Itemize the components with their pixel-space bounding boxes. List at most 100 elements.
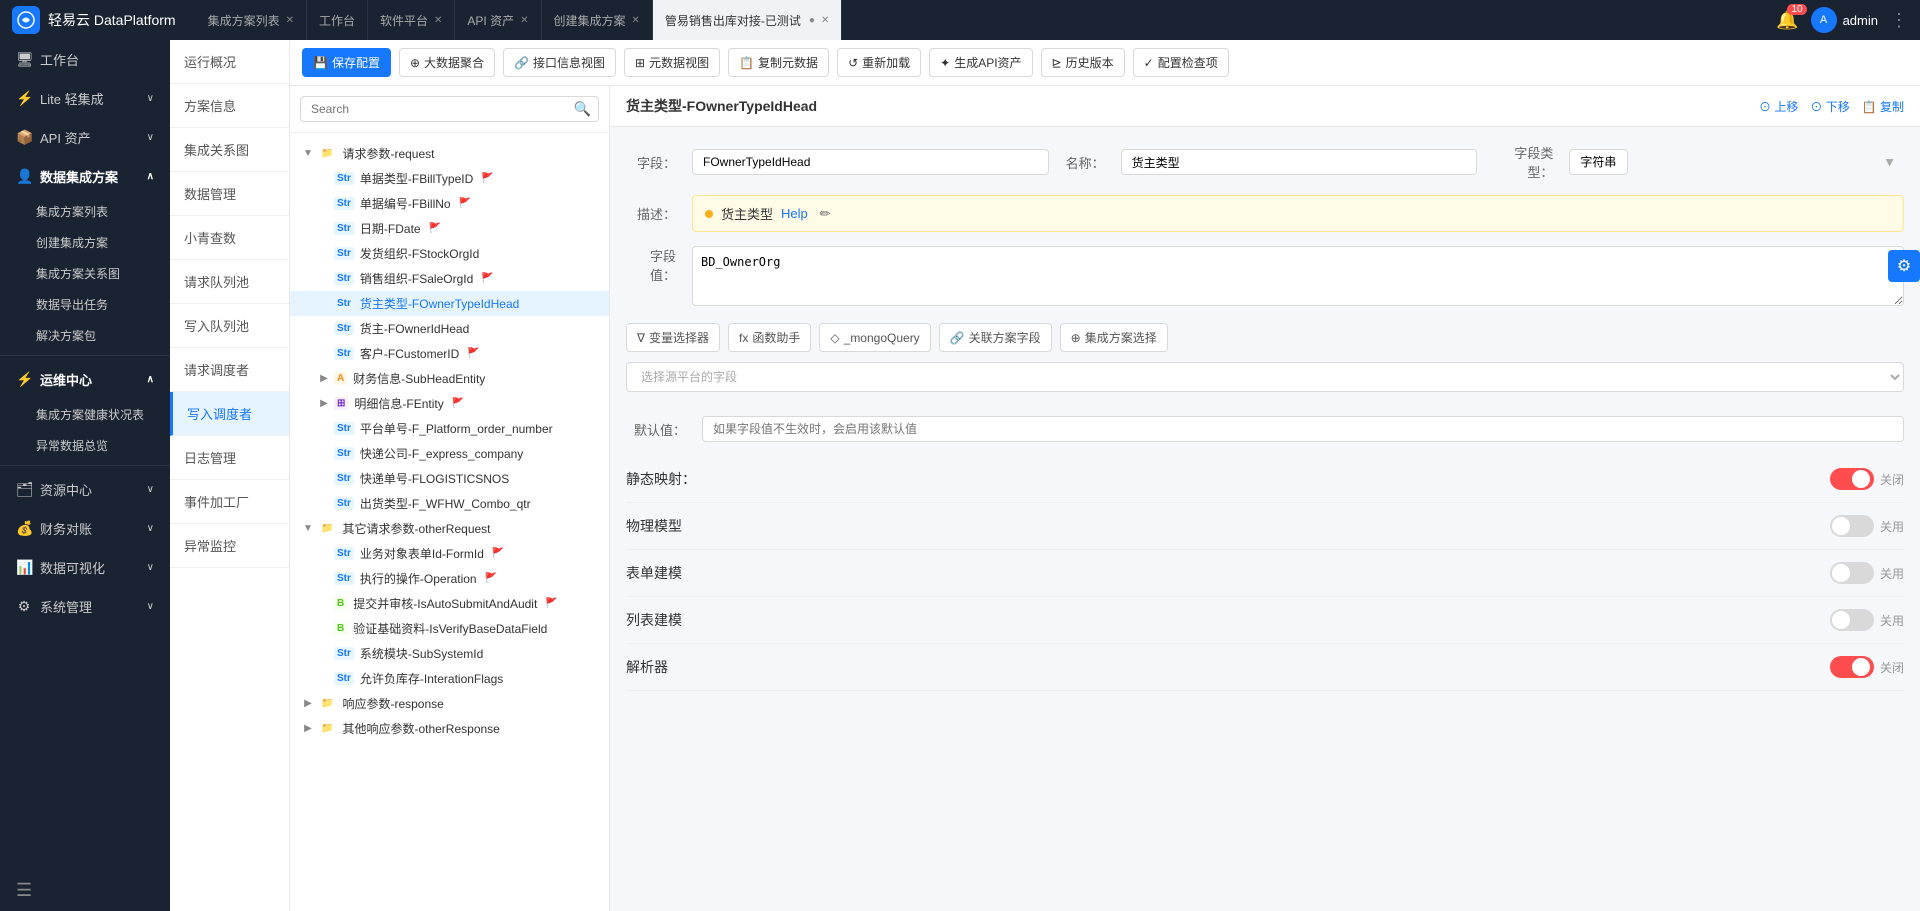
expand-icon[interactable]: ▶ (318, 373, 330, 385)
tab-software-platform[interactable]: 软件平台 ✕ (368, 0, 455, 40)
panel-anomaly-monitor[interactable]: 异常监控 (170, 524, 289, 568)
tree-node-fentity[interactable]: ▶ ⊞ 明细信息-FEntity 🚩 (290, 391, 609, 416)
panel-run-overview[interactable]: 运行概况 (170, 40, 289, 84)
sidebar-item-data-export[interactable]: 数据导出任务 (28, 289, 170, 320)
toggle-switch[interactable] (1830, 562, 1874, 584)
panel-scheme-info[interactable]: 方案信息 (170, 84, 289, 128)
interface-info-view-button[interactable]: 🔗 接口信息视图 (503, 48, 616, 77)
tree-node-fownertype[interactable]: Str 货主类型-FOwnerTypeIdHead (290, 291, 609, 316)
form-build-toggle[interactable]: 关用 (1830, 562, 1904, 584)
tree-node-verify-base[interactable]: B 验证基础资料-IsVerifyBaseDataField (290, 616, 609, 641)
type-select[interactable]: 字符串 (1569, 149, 1628, 175)
field-value-textarea[interactable]: BD_OwnerOrg (692, 246, 1904, 306)
sidebar-item-data-integration[interactable]: 👤 数据集成方案 ∧ (0, 157, 170, 196)
gen-api-button[interactable]: ✦ 生成API资产 (929, 48, 1032, 77)
search-input[interactable] (300, 96, 599, 122)
sidebar-item-create-integration[interactable]: 创建集成方案 (28, 227, 170, 258)
close-icon[interactable]: ✕ (434, 15, 442, 26)
logo[interactable]: 轻易云 DataPlatform (12, 6, 176, 34)
move-up-button[interactable]: ⊙ 上移 (1759, 98, 1798, 115)
tab-integration-list[interactable]: 集成方案列表 ✕ (196, 0, 307, 40)
tree-node-fbillno[interactable]: Str 单据编号-FBillNo 🚩 (290, 191, 609, 216)
panel-write-viewer[interactable]: 写入调度者 (170, 392, 289, 436)
tree-node-fcustomerid[interactable]: Str 客户-FCustomerID 🚩 (290, 341, 609, 366)
expand-icon[interactable]: ▼ (302, 523, 314, 535)
tab-workbench[interactable]: 工作台 (307, 0, 368, 40)
copy-button[interactable]: 📋 复制 (1862, 98, 1904, 115)
expand-icon[interactable]: ▶ (302, 698, 314, 710)
tree-node-platform-order[interactable]: Str 平台单号-F_Platform_order_number (290, 416, 609, 441)
tree-node-auto-submit[interactable]: B 提交并审核-IsAutoSubmitAndAudit 🚩 (290, 591, 609, 616)
edit-icon[interactable]: ✏ (820, 206, 831, 222)
sidebar-item-workbench[interactable]: 🖥 工作台 (0, 40, 170, 79)
expand-icon[interactable]: ▶ (302, 723, 314, 735)
reload-button[interactable]: ↺ 重新加载 (837, 48, 921, 77)
tree-node-other-response[interactable]: ▶ 📁 其他响应参数-otherResponse (290, 716, 609, 741)
panel-event-factory[interactable]: 事件加工厂 (170, 480, 289, 524)
sidebar-item-dataviz[interactable]: 📊 数据可视化 ∨ (0, 548, 170, 587)
tab-manage-sales[interactable]: 管易销售出库对接-已测试 ● ✕ (653, 0, 842, 40)
more-options-icon[interactable]: ⋮ (1890, 10, 1908, 31)
panel-xiao-qing[interactable]: 小青查数 (170, 216, 289, 260)
parser-toggle[interactable]: 关闭 (1830, 656, 1904, 678)
sidebar-item-integration-map[interactable]: 集成方案关系图 (28, 258, 170, 289)
help-link[interactable]: Help (781, 206, 808, 221)
tab-create-integration[interactable]: 创建集成方案 ✕ (542, 0, 653, 40)
panel-log-mgmt[interactable]: 日志管理 (170, 436, 289, 480)
close-icon[interactable]: ✕ (632, 15, 640, 26)
tree-node-formid[interactable]: Str 业务对象表单Id-FormId 🚩 (290, 541, 609, 566)
name-input[interactable] (1121, 149, 1478, 175)
tree-node-other-request[interactable]: ▼ 📁 其它请求参数-otherRequest (290, 516, 609, 541)
default-value-input[interactable] (702, 416, 1904, 442)
history-version-button[interactable]: ⊵ 历史版本 (1041, 48, 1125, 77)
static-map-toggle[interactable]: 关闭 (1830, 468, 1904, 490)
tab-api-assets[interactable]: API 资产 ✕ (455, 0, 541, 40)
tree-node-express-company[interactable]: Str 快递公司-F_express_company (290, 441, 609, 466)
tree-node-logistics[interactable]: Str 快递单号-FLOGISTICSNOS (290, 466, 609, 491)
user-menu[interactable]: A admin (1811, 7, 1878, 33)
physical-model-toggle[interactable]: 关用 (1830, 515, 1904, 537)
tree-node-subsystemid[interactable]: Str 系统模块-SubSystemId (290, 641, 609, 666)
panel-request-queue[interactable]: 请求队列池 (170, 260, 289, 304)
big-data-merge-button[interactable]: ⊕ 大数据聚合 (399, 48, 495, 77)
save-config-button[interactable]: 💾 保存配置 (302, 48, 391, 77)
notification-bell[interactable]: 🔔 10 (1776, 10, 1798, 31)
sidebar-item-health[interactable]: 集成方案健康状况表 (28, 399, 170, 430)
sidebar-item-lite[interactable]: ⚡ Lite 轻集成 ∨ (0, 79, 170, 118)
sidebar-item-integration-list[interactable]: 集成方案列表 (28, 196, 170, 227)
sidebar-item-resource[interactable]: 🗂 资源中心 ∨ (0, 470, 170, 509)
func-helper-button[interactable]: fx 函数助手 (728, 323, 811, 352)
toggle-switch[interactable] (1830, 468, 1874, 490)
panel-data-mgmt[interactable]: 数据管理 (170, 172, 289, 216)
move-down-button[interactable]: ⊙ 下移 (1810, 98, 1849, 115)
sidebar-item-sysmgmt[interactable]: ⚙ 系统管理 ∨ (0, 587, 170, 626)
toggle-switch[interactable] (1830, 656, 1874, 678)
tree-node-subhead[interactable]: ▶ A 财务信息-SubHeadEntity (290, 366, 609, 391)
tree-node-fsaleorgid[interactable]: Str 销售组织-FSaleOrgId 🚩 (290, 266, 609, 291)
mongo-query-button[interactable]: ◇ _mongoQuery (819, 323, 930, 352)
field-input[interactable] (692, 149, 1049, 175)
tree-node-fstockorgid[interactable]: Str 发货组织-FStockOrgId (290, 241, 609, 266)
panel-integration-map[interactable]: 集成关系图 (170, 128, 289, 172)
sidebar-item-finance[interactable]: 💰 财务对账 ∨ (0, 509, 170, 548)
toggle-switch[interactable] (1830, 515, 1874, 537)
expand-icon[interactable]: ▼ (302, 148, 314, 160)
config-check-button[interactable]: ✓ 配置检查项 (1133, 48, 1229, 77)
integration-select-button[interactable]: ⊕ 集成方案选择 (1060, 323, 1168, 352)
related-field-button[interactable]: 🔗 关联方案字段 (939, 323, 1052, 352)
tree-node-interation-flags[interactable]: Str 允许负库存-InterationFlags (290, 666, 609, 691)
sidebar-item-anomaly[interactable]: 异常数据总览 (28, 430, 170, 461)
tree-node-operation[interactable]: Str 执行的操作-Operation 🚩 (290, 566, 609, 591)
list-build-toggle[interactable]: 关用 (1830, 609, 1904, 631)
sidebar-item-ops[interactable]: ⚡ 运维中心 ∧ (0, 360, 170, 399)
source-select[interactable]: 选择源平台的字段 (626, 362, 1904, 392)
sidebar-item-api[interactable]: 📦 API 资产 ∨ (0, 118, 170, 157)
panel-request-viewer[interactable]: 请求调度者 (170, 348, 289, 392)
tree-node-request-params[interactable]: ▼ 📁 请求参数-request (290, 141, 609, 166)
panel-write-queue[interactable]: 写入队列池 (170, 304, 289, 348)
tree-node-fdate[interactable]: Str 日期-FDate 🚩 (290, 216, 609, 241)
close-icon[interactable]: ✕ (286, 15, 294, 26)
meta-data-view-button[interactable]: ⊞ 元数据视图 (624, 48, 720, 77)
sidebar-item-solution-pkg[interactable]: 解决方案包 (28, 320, 170, 351)
tree-node-combo-qtr[interactable]: Str 出货类型-F_WFHW_Combo_qtr (290, 491, 609, 516)
